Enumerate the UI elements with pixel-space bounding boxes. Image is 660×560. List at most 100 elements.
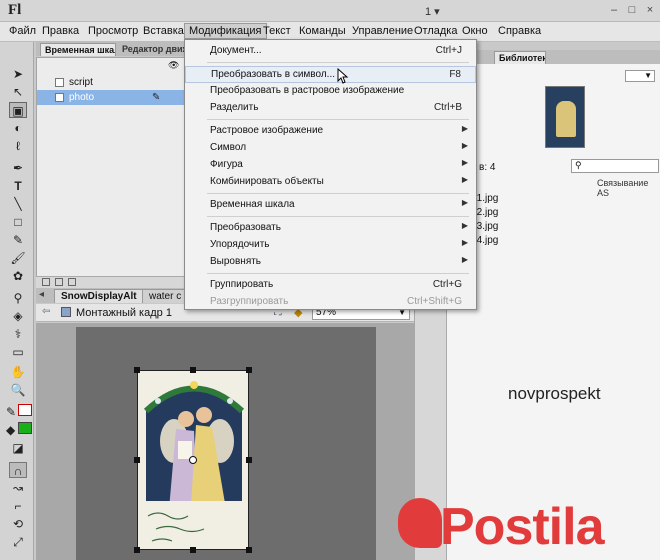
straighten-icon[interactable]: ⌐	[9, 498, 27, 514]
minimize-button[interactable]: –	[608, 4, 620, 16]
eye-icon[interactable]: 👁	[168, 60, 179, 71]
swap-colors-icon[interactable]: ◪	[9, 440, 27, 456]
zoom-tool-icon[interactable]: 🔍	[9, 382, 27, 398]
menu-item-shortcut: Ctrl+B	[433, 102, 462, 113]
tab-snowdisplayalt[interactable]: SnowDisplayAlt	[54, 289, 144, 303]
submenu-arrow-icon: ▶	[461, 158, 468, 167]
scale-icon[interactable]: ⤢	[9, 534, 27, 550]
collapse-icon[interactable]: ◂	[39, 289, 44, 300]
new-folder-icon[interactable]	[55, 278, 63, 286]
paint-bucket-tool-icon[interactable]: ◈	[9, 308, 27, 324]
menu-view[interactable]: Просмотр	[88, 25, 138, 37]
subselection-tool-icon[interactable]: ↖	[9, 84, 27, 100]
new-layer-icon[interactable]	[42, 278, 50, 286]
library-search-input[interactable]: ⚲	[571, 159, 659, 173]
library-panel: ▼ в: 4 ⚲ Связывание AS	[446, 64, 660, 560]
transform-handle[interactable]	[246, 367, 252, 373]
fill-color-icon[interactable]: ◆	[6, 422, 15, 438]
title-bar: Fl 1 ▾ – □ ×	[0, 0, 660, 22]
tab-library[interactable]: Библиотека	[494, 51, 546, 64]
transform-handle[interactable]	[246, 457, 252, 463]
transform-point[interactable]	[189, 456, 197, 464]
menu-item-convert-to-symbol[interactable]: Преобразовать в символ... F8	[185, 66, 476, 83]
brush-tool-icon[interactable]: 🖌	[9, 250, 27, 266]
layer-row-photo[interactable]: photo ✎	[37, 90, 185, 105]
workspace-switcher[interactable]: 1 ▾	[425, 5, 440, 18]
timeline-tabs: Временная шкала Редактор движе	[36, 42, 186, 56]
menu-item-shortcut: Ctrl+J	[435, 45, 462, 56]
menu-item-align[interactable]: Выровнять ▶	[185, 254, 476, 271]
menu-item-combine-objects[interactable]: Комбинировать объекты ▶	[185, 174, 476, 191]
deco-tool-icon[interactable]: ✿	[9, 268, 27, 284]
menu-edit[interactable]: Правка	[42, 25, 79, 37]
back-arrow-icon[interactable]: ⇦	[42, 306, 50, 317]
menu-item-symbol[interactable]: Символ ▶	[185, 140, 476, 157]
menu-item-ungroup: Разгруппировать Ctrl+Shift+G	[185, 294, 476, 311]
tab-motion-editor[interactable]: Редактор движе	[118, 43, 186, 56]
bone-tool-icon[interactable]: ⚲	[9, 290, 27, 306]
layer-row-script[interactable]: script	[37, 75, 185, 90]
transform-handle[interactable]	[134, 367, 140, 373]
menu-item-label: Преобразовать	[210, 222, 281, 233]
menu-item-document[interactable]: Документ... Ctrl+J	[185, 43, 476, 60]
tab-timeline[interactable]: Временная шкала	[40, 43, 116, 56]
menu-separator	[207, 216, 469, 217]
column-linkage[interactable]: Связывание AS	[597, 178, 660, 198]
eyedropper-tool-icon[interactable]: ⚕	[9, 326, 27, 342]
menu-item-label: Документ...	[210, 45, 262, 56]
site-watermark: novprospekt	[508, 384, 601, 403]
menu-item-label: Преобразовать в символ...	[211, 69, 336, 80]
menu-help[interactable]: Справка	[498, 25, 541, 37]
pencil-tool-icon[interactable]: ✎	[9, 232, 27, 248]
timeline-footer	[36, 276, 186, 288]
menu-debug[interactable]: Отладка	[414, 25, 457, 37]
menu-item-group[interactable]: Группировать Ctrl+G	[185, 277, 476, 294]
delete-layer-icon[interactable]	[68, 278, 76, 286]
menu-item-bitmap[interactable]: Растровое изображение ▶	[185, 123, 476, 140]
tab-water[interactable]: water c	[142, 289, 186, 303]
transform-handle[interactable]	[134, 547, 140, 553]
rectangle-tool-icon[interactable]: □	[9, 214, 27, 230]
menu-commands[interactable]: Команды	[299, 25, 346, 37]
menu-insert[interactable]: Вставка	[143, 25, 184, 37]
selection-tool-icon[interactable]: ➤	[9, 66, 27, 82]
close-button[interactable]: ×	[644, 4, 656, 16]
pen-tool-icon[interactable]: ✒	[9, 160, 27, 176]
maximize-button[interactable]: □	[626, 4, 638, 16]
menu-control[interactable]: Управление	[352, 25, 413, 37]
menu-item-shape[interactable]: Фигура ▶	[185, 157, 476, 174]
menu-text[interactable]: Текст	[263, 25, 291, 37]
menu-file[interactable]: Файл	[9, 25, 36, 37]
rotate-skew-icon[interactable]: ⟲	[9, 516, 27, 532]
fill-color-swatch[interactable]	[18, 422, 32, 434]
lasso-tool-icon[interactable]: ℓ	[9, 138, 27, 154]
text-tool-icon[interactable]: T	[9, 178, 27, 194]
menu-item-shortcut: Ctrl+G	[432, 279, 462, 290]
3d-rotation-tool-icon[interactable]: ◐	[9, 120, 27, 136]
document-tabs: ◂ SnowDisplayAlt water c	[36, 288, 186, 303]
transform-handle[interactable]	[190, 367, 196, 373]
transform-handle[interactable]	[134, 457, 140, 463]
library-dropdown[interactable]: ▼	[625, 70, 655, 82]
menu-item-break-apart[interactable]: Разделить Ctrl+B	[185, 100, 476, 117]
stroke-color-icon[interactable]: ✎	[6, 404, 16, 420]
menu-item-timeline[interactable]: Временная шкала ▶	[185, 197, 476, 214]
transform-handle[interactable]	[190, 547, 196, 553]
line-tool-icon[interactable]: ╲	[9, 196, 27, 212]
breadcrumb[interactable]: Монтажный кадр 1	[76, 307, 172, 319]
transform-handle[interactable]	[246, 547, 252, 553]
hand-tool-icon[interactable]: ✋	[9, 364, 27, 380]
menu-modify[interactable]: Модификация	[184, 23, 267, 39]
menu-item-convert-to-bitmap[interactable]: Преобразовать в растровое изображение	[185, 83, 476, 100]
smooth-icon[interactable]: ↝	[9, 480, 27, 496]
snap-magnet-icon[interactable]: ∩	[9, 462, 27, 478]
menu-item-transform[interactable]: Преобразовать ▶	[185, 220, 476, 237]
menu-window[interactable]: Окно	[462, 25, 488, 37]
menu-item-shortcut: Ctrl+Shift+G	[406, 296, 462, 307]
menu-item-arrange[interactable]: Упорядочить ▶	[185, 237, 476, 254]
stroke-color-swatch[interactable]	[18, 404, 32, 416]
free-transform-tool-icon[interactable]: ▣	[9, 102, 27, 118]
item-count: в: 4	[479, 162, 496, 173]
mouse-cursor-icon	[337, 68, 349, 84]
eraser-tool-icon[interactable]: ▭	[9, 344, 27, 360]
